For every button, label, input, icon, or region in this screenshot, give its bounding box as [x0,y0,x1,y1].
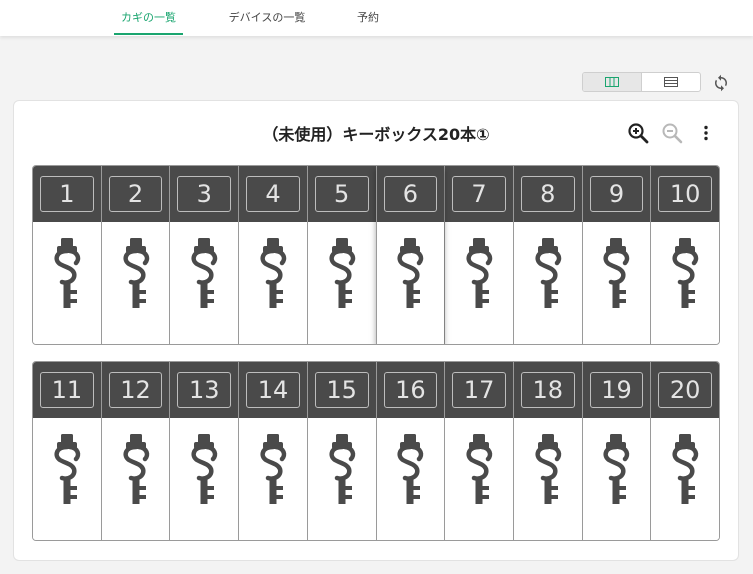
slot-header: 14 [239,362,307,418]
slot-number: 14 [246,372,300,408]
slot-header: 3 [170,166,239,222]
more-options-button[interactable] [694,121,718,145]
key-slot[interactable]: 12 [100,362,170,540]
slot-header: 4 [239,166,307,222]
slot-header: 19 [582,362,651,418]
key-slot[interactable]: 8 [512,166,582,344]
key-icon [670,238,700,310]
key-icon [327,238,357,310]
key-icon [601,434,631,506]
slot-header: 13 [170,362,239,418]
column-view-button[interactable] [583,73,641,91]
slot-header: 12 [101,362,170,418]
tab-key-list[interactable]: カギの一覧 [114,0,183,36]
key-icon [121,238,151,310]
slot-header: 6 [376,166,445,222]
slot-header: 20 [651,362,719,418]
slot-header: 8 [513,166,582,222]
key-icon [52,238,82,310]
key-icon [395,238,425,310]
slot-header: 5 [307,166,376,222]
key-icon [189,238,219,310]
key-icon [52,434,82,506]
zoom-out-button[interactable] [660,121,684,145]
key-slot[interactable]: 9 [581,166,651,344]
key-icon [258,434,288,506]
slot-header: 1 [33,166,101,222]
slot-header: 10 [651,166,719,222]
key-slot[interactable]: 19 [581,362,651,540]
key-slot[interactable]: 17 [444,362,513,540]
slot-number: 19 [589,372,644,408]
key-slot[interactable]: 13 [169,362,239,540]
slot-header: 18 [513,362,582,418]
slot-header: 7 [445,166,513,222]
slot-header: 16 [376,362,445,418]
key-icon [533,238,563,310]
key-icon [533,434,563,506]
slot-number: 5 [314,176,369,212]
key-slot[interactable]: 14 [238,362,307,540]
key-icon [395,434,425,506]
refresh-icon [715,74,727,92]
key-icon [327,434,357,506]
key-icon [121,434,151,506]
tab-reservation[interactable]: 予約 [350,0,386,36]
zoom-in-button[interactable] [626,121,650,145]
key-slot[interactable]: 6 [375,166,445,344]
row-view-icon [664,77,678,87]
keybox-row-1: 1 2 3 4 5 6 7 8 9 10 [32,165,720,345]
key-slot[interactable]: 11 [33,362,101,540]
slot-number: 12 [108,372,163,408]
key-slot[interactable]: 3 [169,166,239,344]
key-slot[interactable]: 7 [444,166,513,344]
key-icon [464,434,494,506]
tab-device-list[interactable]: デバイスの一覧 [224,0,310,36]
key-icon [601,238,631,310]
slot-header: 11 [33,362,101,418]
slot-number: 1 [40,176,94,212]
slot-number: 6 [383,176,438,212]
slot-number: 16 [383,372,438,408]
more-vert-icon [704,125,708,141]
key-icon [464,238,494,310]
slot-number: 15 [314,372,369,408]
slot-number: 18 [520,372,575,408]
slot-number: 20 [658,372,713,408]
slot-number: 13 [177,372,232,408]
slot-number: 9 [589,176,644,212]
key-icon [258,238,288,310]
row-view-button[interactable] [641,73,700,91]
slot-header: 2 [101,166,170,222]
slot-number: 2 [108,176,163,212]
slot-number: 8 [520,176,575,212]
slot-header: 9 [582,166,651,222]
key-slot[interactable]: 20 [650,362,719,540]
key-slot[interactable]: 5 [306,166,376,344]
slot-number: 7 [452,176,506,212]
column-view-icon [605,77,619,87]
slot-header: 15 [307,362,376,418]
key-icon [670,434,700,506]
slot-number: 11 [40,372,94,408]
key-slot[interactable]: 15 [306,362,376,540]
refresh-button[interactable] [711,73,731,93]
key-icon [189,434,219,506]
key-slot[interactable]: 4 [238,166,307,344]
keybox-row-2: 11 12 13 14 15 16 17 18 19 20 [32,361,720,541]
view-toggle [582,72,701,92]
key-slot[interactable]: 2 [100,166,170,344]
key-slot[interactable]: 1 [33,166,101,344]
slot-number: 17 [452,372,506,408]
top-navigation: カギの一覧 デバイスの一覧 予約 [0,0,753,36]
key-slot[interactable]: 16 [375,362,445,540]
key-slot[interactable]: 18 [512,362,582,540]
slot-number: 3 [177,176,232,212]
zoom-out-icon [662,123,683,144]
zoom-in-icon [628,123,649,144]
slot-number: 10 [658,176,713,212]
key-slot[interactable]: 10 [650,166,719,344]
slot-header: 17 [445,362,513,418]
slot-number: 4 [246,176,300,212]
